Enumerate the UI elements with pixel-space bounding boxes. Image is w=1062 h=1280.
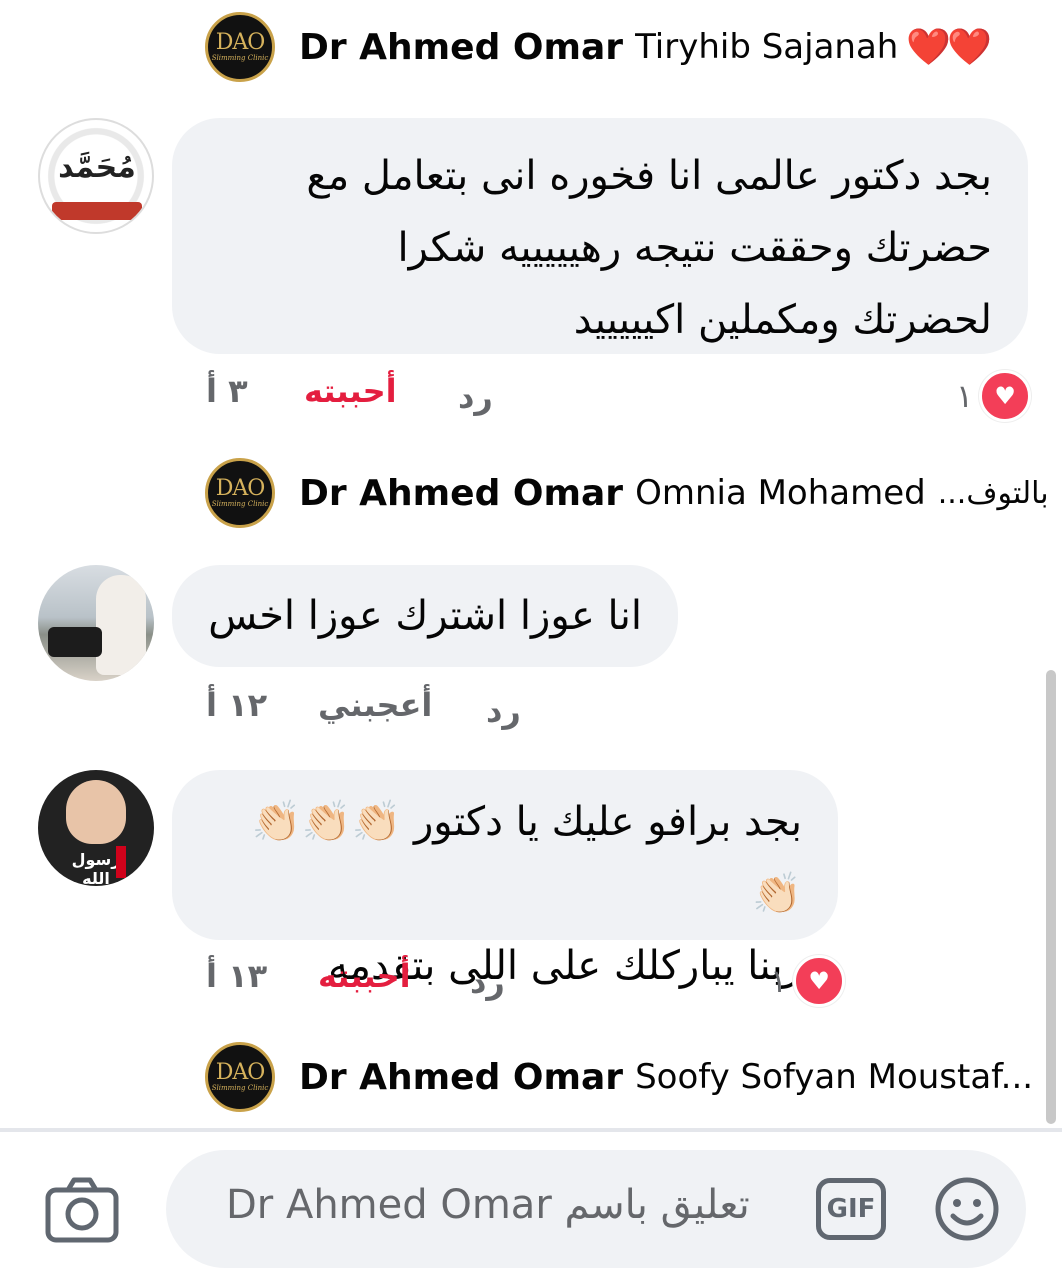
avatar[interactable] [38, 565, 154, 681]
reply-text: Omnia Mohamed [635, 473, 926, 513]
composer-divider [0, 1128, 1062, 1132]
dao-avatar: DAO Slimming Clinic [205, 458, 275, 528]
comment-time: ٣ أ [206, 372, 248, 410]
reaction-count: ١ [770, 962, 788, 1000]
dao-avatar: DAO Slimming Clinic [205, 1042, 275, 1112]
scrollbar[interactable] [1046, 670, 1056, 1124]
reply-text: Soofy Sofyan Moustaf... [635, 1057, 1034, 1097]
comment-line: ربنا يباركلك على اللى بتقدمه [328, 943, 802, 989]
comment-bubble[interactable]: انا عوزا اشترك عوزا اخس [172, 565, 678, 667]
avatar-red-mark [116, 846, 126, 878]
reply-preview-3[interactable]: DAO Slimming Clinic Dr Ahmed Omar Soofy … [205, 1042, 1033, 1112]
comment-bubble[interactable]: بجد دكتور عالمى انا فخوره انى بتعامل مع … [172, 118, 1028, 354]
avatar-ribbon [52, 202, 142, 220]
like-button[interactable]: أعجبني [318, 686, 432, 724]
reply-author[interactable]: Dr Ahmed Omar [299, 473, 623, 514]
reply-button[interactable]: رد [486, 692, 521, 730]
comment-line: بجد برافو عليك يا دكتور 👏🏻👏🏻👏🏻👏🏻 [251, 799, 802, 917]
reply-text-tail: بالتوف... [937, 475, 1049, 511]
gif-button[interactable]: GIF [816, 1178, 886, 1240]
comment-line: بجد دكتور عالمى انا فخوره انى بتعامل مع [306, 153, 992, 199]
avatar-object [48, 627, 102, 657]
comment-composer[interactable]: تعليق باسم Dr Ahmed Omar GIF [166, 1150, 1026, 1268]
emoji-button[interactable] [934, 1176, 1000, 1242]
camera-button[interactable] [44, 1176, 120, 1244]
heart-reaction-icon: ♥ [793, 955, 846, 1007]
like-button[interactable]: أحببته [318, 957, 411, 995]
camera-icon [45, 1177, 119, 1243]
reaction-summary[interactable]: ١ ♥ [770, 955, 846, 1007]
smiley-icon [935, 1177, 999, 1241]
dao-avatar: DAO Slimming Clinic [205, 12, 275, 82]
reply-text: Tiryhib Sajanah [635, 27, 899, 67]
reply-author[interactable]: Dr Ahmed Omar [299, 1057, 623, 1098]
heart-emoji: ❤️❤️ [906, 27, 992, 68]
comment-time: ١٢ أ [206, 686, 268, 724]
comment-line: حضرتك وحققت نتيجه رهيييييه شكرا [397, 225, 992, 271]
comment-line: لحضرتك ومكملين اكيييييد [573, 297, 992, 343]
heart-reaction-icon: ♥ [979, 370, 1032, 422]
reply-button[interactable]: رد [458, 378, 493, 416]
avatar-calligraphy: مُحَمَّد [58, 150, 136, 185]
comment-placeholder: تعليق باسم Dr Ahmed Omar [226, 1182, 750, 1228]
reply-preview-1[interactable]: DAO Slimming Clinic Dr Ahmed Omar Tiryhi… [205, 12, 992, 82]
comment-bubble[interactable]: بجد برافو عليك يا دكتور 👏🏻👏🏻👏🏻👏🏻 ربنا يب… [172, 770, 838, 989]
avatar-face [66, 780, 126, 844]
like-button[interactable]: أحببته [304, 372, 397, 410]
reply-author[interactable]: Dr Ahmed Omar [299, 27, 623, 68]
avatar[interactable]: رسول الله [38, 770, 154, 886]
comment-line: انا عوزا اشترك عوزا اخس [208, 593, 642, 639]
avatar-figure [96, 575, 146, 675]
avatar[interactable]: مُحَمَّد [38, 118, 154, 234]
gif-icon-label: GIF [826, 1194, 876, 1224]
reply-preview-2[interactable]: DAO Slimming Clinic Dr Ahmed Omar Omnia … [205, 458, 1049, 528]
reaction-count: ١ [956, 377, 974, 415]
reply-button[interactable]: رد [470, 963, 505, 1001]
reaction-summary[interactable]: ١ ♥ [956, 370, 1032, 422]
comment-time: ١٣ أ [206, 957, 268, 995]
